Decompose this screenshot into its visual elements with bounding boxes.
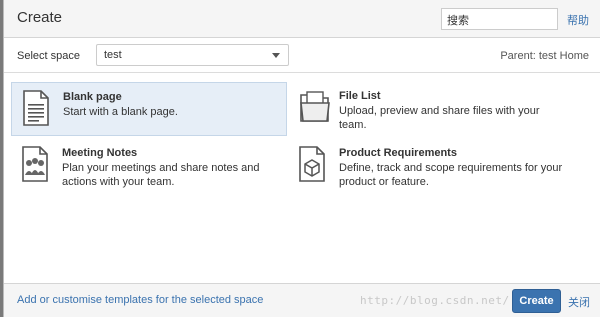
template-description: Define, track and scope requirements for… bbox=[339, 162, 563, 188]
template-name: File List bbox=[339, 90, 381, 102]
template-file-list[interactable]: File List Upload, preview and share file… bbox=[288, 82, 564, 136]
search-input[interactable]: 搜索 bbox=[441, 8, 558, 30]
template-description: Upload, preview and share files with you… bbox=[339, 105, 540, 131]
space-selector-row: Select space test Parent: test Home bbox=[4, 38, 600, 73]
dialog-footer: Add or customise templates for the selec… bbox=[4, 283, 600, 317]
close-link[interactable]: 关闭 bbox=[568, 294, 590, 310]
template-name: Blank page bbox=[63, 91, 122, 103]
space-select-value: test bbox=[104, 49, 122, 61]
select-space-label: Select space bbox=[17, 50, 80, 62]
parent-page-label: Parent: test Home bbox=[500, 50, 589, 62]
help-link[interactable]: 帮助 bbox=[567, 12, 589, 28]
template-name: Product Requirements bbox=[339, 147, 457, 159]
create-button[interactable]: Create bbox=[512, 289, 561, 313]
space-select[interactable]: test bbox=[96, 44, 289, 66]
template-meeting-notes[interactable]: Meeting Notes Plan your meetings and sha… bbox=[11, 139, 287, 193]
customise-templates-link[interactable]: Add or customise templates for the selec… bbox=[17, 294, 263, 306]
blank-page-icon bbox=[23, 90, 49, 126]
template-product-requirements[interactable]: Product Requirements Define, track and s… bbox=[288, 139, 564, 193]
template-description: Plan your meetings and share notes and a… bbox=[62, 162, 260, 188]
chevron-down-icon bbox=[272, 53, 280, 58]
dialog-header: Create 搜索 帮助 bbox=[4, 0, 600, 38]
folder-icon bbox=[300, 91, 330, 122]
dialog-title: Create bbox=[17, 9, 63, 26]
create-dialog: Create 搜索 帮助 Select space test Parent: t… bbox=[3, 0, 600, 317]
template-description: Start with a blank page. bbox=[63, 106, 178, 118]
template-blank-page[interactable]: Blank page Start with a blank page. bbox=[11, 82, 287, 136]
product-requirements-icon bbox=[299, 146, 325, 182]
meeting-notes-icon bbox=[22, 146, 48, 182]
watermark: http://blog.csdn.net/ bbox=[360, 294, 510, 307]
template-name: Meeting Notes bbox=[62, 147, 138, 159]
